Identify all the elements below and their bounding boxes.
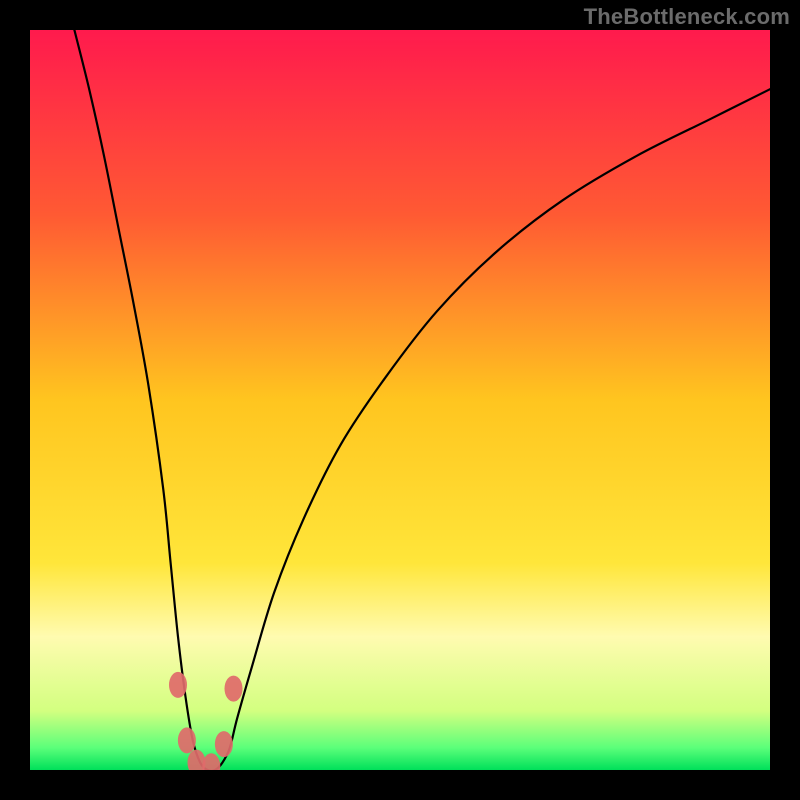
plot-area	[30, 30, 770, 770]
gradient-background	[30, 30, 770, 770]
marker-left-lower	[178, 727, 196, 753]
marker-right-lower	[215, 731, 233, 757]
watermark-text: TheBottleneck.com	[584, 4, 790, 30]
marker-left-upper	[169, 672, 187, 698]
chart-frame: TheBottleneck.com	[0, 0, 800, 800]
chart-svg	[30, 30, 770, 770]
marker-right-upper	[225, 676, 243, 702]
